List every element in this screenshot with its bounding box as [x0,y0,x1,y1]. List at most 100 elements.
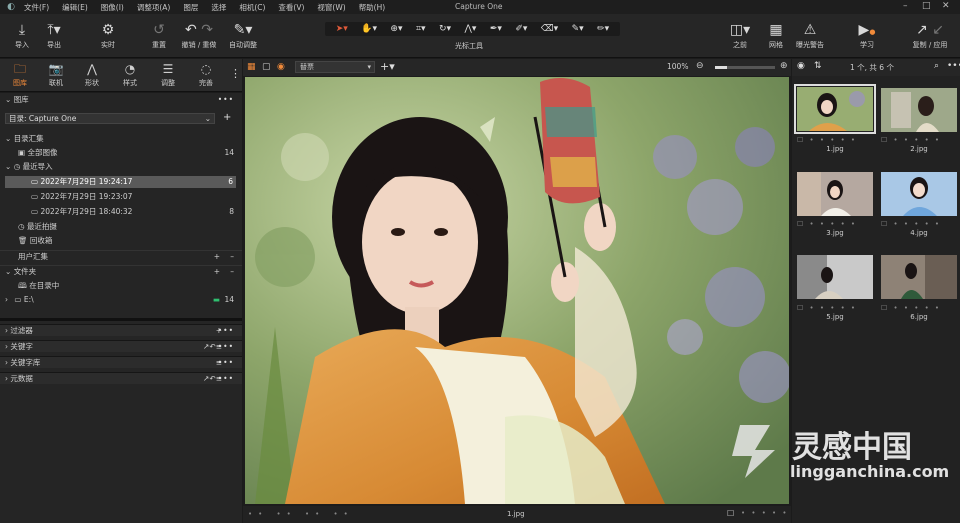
star-rating-dots[interactable]: • • • • • [741,509,789,517]
recent-imports-item[interactable]: ⌄ ◷ 最近导入 [0,161,242,173]
remove-collection-icon[interactable]: – [230,251,234,263]
tab-refine[interactable]: ◌ 完善 [188,61,224,88]
in-catalog-item[interactable]: 🕮 在目录中 [0,280,242,292]
thumb-rating[interactable]: ☐ • • • • • [881,304,957,312]
trash-item[interactable]: 🗑 回收箱 [0,235,242,247]
grid-button[interactable]: ▦ 网格 [764,20,788,50]
keyword-library-section[interactable]: › 关键字库 ≡ ••• [0,356,242,368]
crop-cursor-icon[interactable]: ⌗▾ [416,24,426,34]
eraser-cursor-icon[interactable]: ⌫▾ [541,24,558,34]
undo-redo-button[interactable]: ↶ ↷ 撤销 / 重做 [177,20,221,50]
menu-camera[interactable]: 相机(C) [239,2,265,13]
menu-image[interactable]: 图像(I) [101,2,124,13]
menu-adjustments[interactable]: 调整项(A) [137,2,170,13]
rotate-cursor-icon[interactable]: ↻▾ [439,24,451,34]
live-button[interactable]: ⚙ 实时 [95,20,121,50]
menu-layers[interactable]: 图层 [183,2,198,13]
library-menu-icon[interactable]: ••• [218,94,234,106]
thumb-rating[interactable]: ☐ • • • • • [797,136,873,144]
tab-shape[interactable]: ⋀ 形状 [74,61,110,88]
tabs-more-icon[interactable]: ⋮ [230,67,241,80]
thumbnail[interactable] [794,84,876,134]
zoom-cursor-icon[interactable]: ⊕▾ [390,24,402,34]
auto-adjust-button[interactable]: ✎▾ 自动调整 [226,20,260,50]
thumb-rating[interactable]: ☐ • • • • • [797,304,873,312]
thumb-rating[interactable]: ☐ • • • • • [881,136,957,144]
eye-icon[interactable]: ◉ [277,62,285,72]
reset-button[interactable]: ↺ 重置 [146,20,172,50]
before-button[interactable]: ◫▾ 之前 [728,20,752,50]
menu-view[interactable]: 查看(V) [278,2,304,13]
thumbnail[interactable] [881,255,957,299]
add-collection-icon[interactable]: + [214,251,220,263]
tab-library[interactable]: 🗀 图库 [2,61,38,88]
brush-cursor-icon[interactable]: ✐▾ [515,24,527,34]
rating-dots[interactable]: •• •• •• •• [248,510,354,518]
menu-select[interactable]: 选择 [211,2,226,13]
library-header[interactable]: ⌄ 图库 ••• [0,94,242,106]
thumbnail[interactable] [881,88,957,132]
tab-styles[interactable]: ◔ 样式 [112,61,148,88]
import-item[interactable]: ▭ 2022年7月29日 19:24:17 6 [5,176,236,188]
exposure-warning-button[interactable]: ⚠ 曝光警告 [792,20,828,50]
metadata-menu-icon[interactable]: ••• [218,373,234,385]
zoom-in-icon[interactable]: ⊕ [780,61,788,71]
drive-item[interactable]: › ▭ E:\ ▬ 14 [0,294,242,306]
warning-icon: ⚠ [803,22,817,38]
import-item[interactable]: ▭ 2022年7月29日 19:23:07 [0,191,242,203]
zoom-icon[interactable]: ⊖ [696,61,704,71]
sort-icon[interactable]: ⇅ [814,61,822,71]
undo-redo-icon: ↶ ↷ [185,22,213,38]
menu-window[interactable]: 视窗(W) [317,2,345,13]
remove-folder-icon[interactable]: – [230,266,234,278]
add-variant-icon[interactable]: +▾ [380,60,395,73]
filters-menu-icon[interactable]: ••• [218,325,234,337]
catalog-collections-header[interactable]: ⌄ 目录汇集 [0,133,242,145]
folders-header[interactable]: ⌄ 文件夹 + – [0,265,242,277]
image-viewer[interactable] [243,76,791,506]
keystone-cursor-icon[interactable]: ⋀▾ [465,24,477,34]
add-catalog-icon[interactable]: + [223,112,231,123]
tab-tethered[interactable]: 📷 联机 [38,61,74,88]
add-folder-icon[interactable]: + [214,266,220,278]
learn-button[interactable]: ▶● 学习 [855,20,879,50]
thumbnail[interactable] [881,172,957,216]
thumb-rating[interactable]: ☐ • • • • • [881,220,957,228]
all-images-item[interactable]: ▣ 全部图像 14 [0,147,242,159]
picker-cursor-icon[interactable]: ✒▾ [490,24,502,34]
menu-file[interactable]: 文件(F) [24,2,49,13]
tab-adjust[interactable]: ☰ 调整 [150,61,186,88]
annotate-cursor-icon[interactable]: ✏▾ [597,24,609,34]
menu-help[interactable]: 帮助(H) [359,2,386,13]
menu-edit[interactable]: 编辑(E) [62,2,88,13]
filters-section[interactable]: › 过滤器 + ••• [0,324,242,336]
search-icon[interactable]: ⌕ [934,61,939,71]
thumbnail[interactable] [797,255,873,299]
zoom-slider[interactable] [715,66,775,69]
copy-apply-button[interactable]: ↗ ↙ 复制 / 应用 [905,20,955,50]
keywords-section[interactable]: › 关键字 ↗↶≡ ••• [0,340,242,352]
grid-view-icon[interactable]: ▦ [247,62,256,72]
close-icon[interactable]: ✕ [942,1,950,11]
single-view-icon[interactable]: ▢ [262,62,271,72]
export-button[interactable]: ⤒▾ 导出 [40,20,68,50]
thumb-rating[interactable]: ☐ • • • • • [797,220,873,228]
pan-cursor-icon[interactable]: ✋▾ [361,24,377,34]
select-cursor-icon[interactable]: ➤▾ [336,24,348,34]
select-checkbox-icon[interactable]: ☐ [727,509,734,518]
sort-select[interactable]: 替票 ▾ [295,61,375,73]
heal-cursor-icon[interactable]: ✎▾ [572,24,584,34]
minimize-icon[interactable]: – [903,1,908,11]
keyword-library-menu-icon[interactable]: ••• [218,357,234,369]
keywords-menu-icon[interactable]: ••• [218,341,234,353]
metadata-section[interactable]: › 元数据 ↗↶≡ ••• [0,372,242,384]
import-button[interactable]: ⤓ 导入 [10,20,34,50]
catalog-select[interactable]: 目录: Capture One ⌄ [5,113,215,124]
maximize-icon[interactable]: □ [922,1,931,11]
thumbnail[interactable] [797,172,873,216]
eye-icon[interactable]: ◉ [797,61,805,71]
browser-menu-icon[interactable]: ••• [947,61,960,71]
recent-captures-item[interactable]: ◷ 最近拍摄 [0,221,242,233]
user-collections-header[interactable]: 用户汇集 + – [0,250,242,262]
import-item[interactable]: ▭ 2022年7月29日 18:40:32 8 [0,206,242,218]
